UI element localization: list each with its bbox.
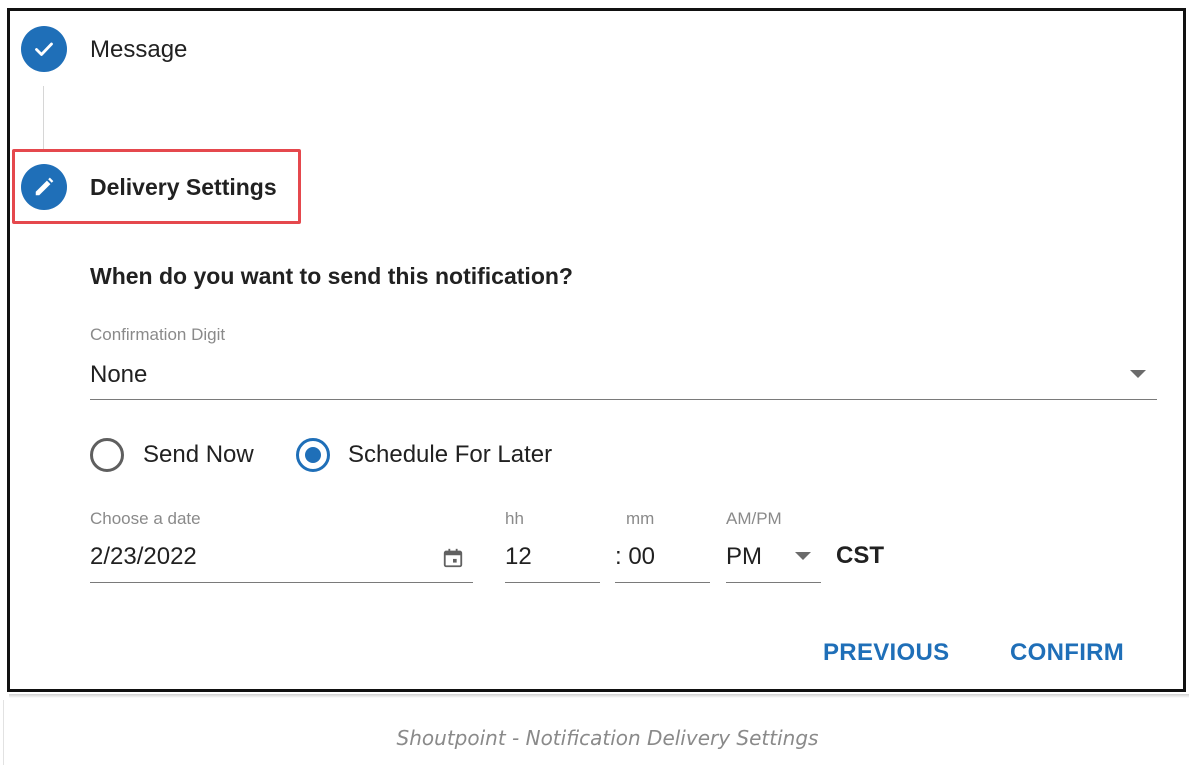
- chevron-down-icon[interactable]: [795, 552, 811, 560]
- date-underline: [90, 582, 473, 583]
- date-label: Choose a date: [90, 509, 201, 528]
- step-complete-badge: [21, 26, 67, 72]
- send-now-radio[interactable]: [90, 438, 124, 472]
- check-icon: [35, 42, 53, 56]
- section-question: When do you want to send this notificati…: [90, 263, 573, 289]
- minute-underline: [615, 582, 710, 583]
- send-now-label[interactable]: Send Now: [143, 441, 254, 469]
- chevron-down-icon[interactable]: [1130, 370, 1146, 378]
- frame-shadow: [9, 694, 1189, 698]
- timezone-label: CST: [836, 542, 884, 569]
- schedule-later-label[interactable]: Schedule For Later: [348, 441, 552, 469]
- confirmation-digit-underline: [90, 399, 1157, 400]
- image-caption: Shoutpoint - Notification Delivery Setti…: [396, 726, 819, 750]
- step-label-message: Message: [90, 36, 188, 63]
- hour-underline: [505, 582, 600, 583]
- ampm-underline: [726, 582, 821, 583]
- highlight-box: [12, 149, 301, 224]
- confirm-button[interactable]: CONFIRM: [1010, 639, 1124, 667]
- confirmation-digit-value: None: [90, 361, 148, 388]
- minute-label: mm: [626, 509, 655, 528]
- ampm-select[interactable]: PM: [726, 543, 762, 571]
- confirmation-digit-select[interactable]: None: [90, 361, 1157, 395]
- minute-input[interactable]: : 00: [615, 543, 655, 571]
- radio-selected-dot: [305, 447, 321, 463]
- step-connector: [43, 86, 44, 152]
- hour-label: hh: [505, 509, 524, 528]
- ampm-label: AM/PM: [726, 509, 782, 528]
- hour-input[interactable]: 12: [505, 543, 532, 571]
- dialog-frame: [7, 8, 1186, 692]
- confirmation-digit-label: Confirmation Digit: [90, 325, 226, 344]
- date-input[interactable]: 2/23/2022: [90, 543, 197, 571]
- previous-button[interactable]: PREVIOUS: [823, 639, 949, 667]
- schedule-later-radio[interactable]: [296, 438, 330, 472]
- calendar-icon[interactable]: [442, 547, 464, 569]
